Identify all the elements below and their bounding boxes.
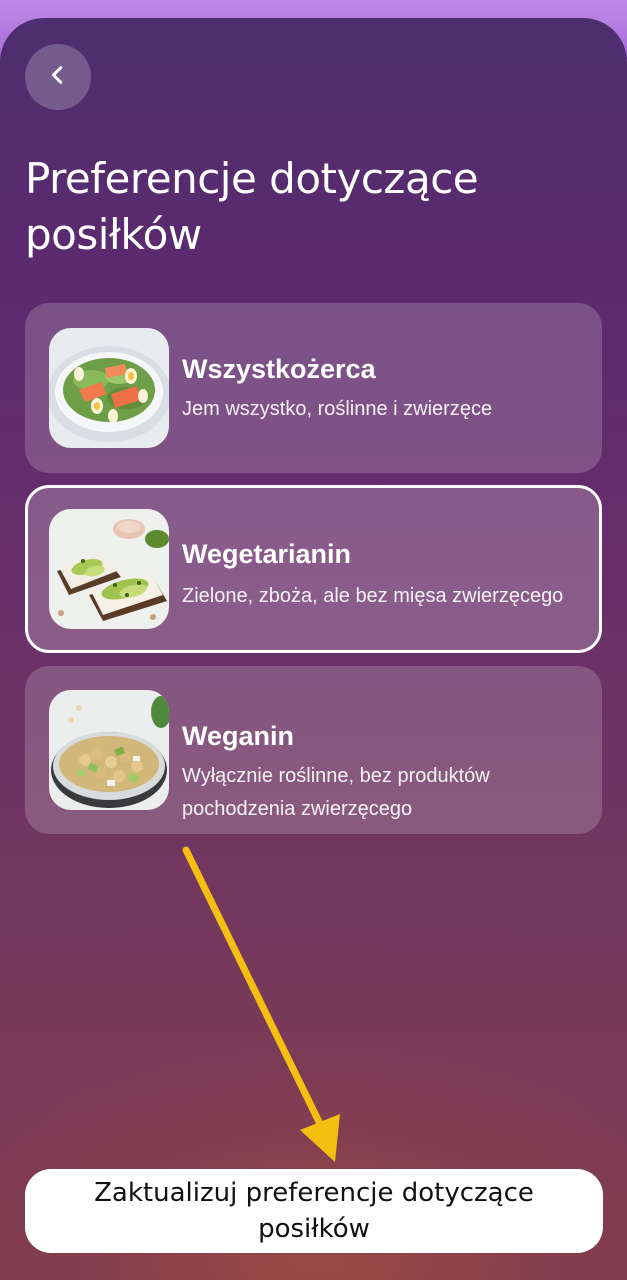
- salmon-salad-image: [49, 328, 169, 448]
- page-title: Preferencje dotyczące posiłków: [25, 154, 479, 259]
- option-omnivore[interactable]: Wszystkożerca Jem wszystko, roślinne i z…: [25, 303, 602, 473]
- update-preferences-button[interactable]: Zaktualizuj preferencje dotyczące posiłk…: [25, 1169, 603, 1253]
- meal-preferences-sheet: Preferencje dotyczące posiłków Wszystkoż…: [0, 18, 627, 1280]
- option-title: Wszystkożerca: [182, 354, 376, 384]
- option-description: Jem wszystko, roślinne i zwierzęce: [182, 398, 493, 420]
- option-vegan[interactable]: Weganin Wyłącznie roślinne, bez produktó…: [25, 666, 602, 834]
- option-title: Wegetarianin: [182, 539, 352, 569]
- option-title: Weganin: [182, 721, 295, 751]
- option-description: Zielone, zboża, ale bez mięsa zwierzęceg…: [182, 585, 564, 607]
- option-vegetarian[interactable]: Wegetarianin Zielone, zboża, ale bez mię…: [25, 485, 602, 653]
- chickpea-salad-image: [49, 690, 169, 810]
- avocado-toast-image: [49, 509, 169, 629]
- option-description: Wyłącznie roślinne, bez produktów pochod…: [182, 765, 490, 820]
- back-button[interactable]: [25, 44, 91, 110]
- chevron-left-icon: [47, 64, 69, 91]
